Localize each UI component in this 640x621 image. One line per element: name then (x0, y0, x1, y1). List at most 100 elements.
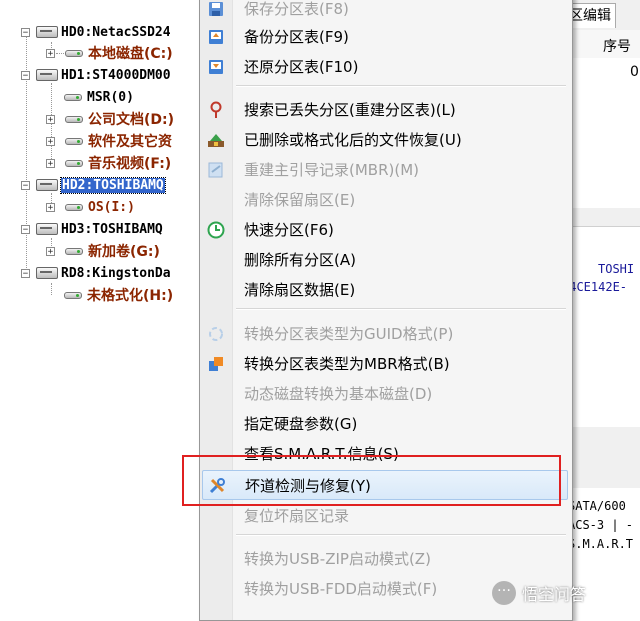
collapse-icon[interactable]: − (21, 268, 30, 278)
tree-node-partition-e[interactable]: + 软件及其它资 (46, 131, 172, 151)
standard-text: ACS-3 | - (568, 518, 634, 532)
partition-icon (62, 290, 84, 300)
menu-item-label: 清除保留扇区(E) (244, 191, 356, 209)
menu-item-label: 已删除或格式化后的文件恢复(U) (244, 131, 462, 149)
partition-icon (63, 202, 85, 212)
menu-item-label: 转换分区表类型为GUID格式(P) (244, 325, 454, 343)
partition-label: 公司文档(D:) (88, 112, 175, 128)
partition-icon (63, 246, 85, 256)
partition-icon (63, 136, 85, 146)
collapse-icon[interactable]: − (21, 180, 30, 190)
partition-label: 本地磁盘(C:) (88, 46, 173, 62)
disk-label: HD2:TOSHIBAMQ (60, 176, 166, 194)
interface-text: SATA/600 (568, 499, 626, 513)
convert-mbr-icon (209, 357, 223, 371)
menu-item-usb-zip[interactable]: 转换为USB-ZIP启动模式(Z) (202, 544, 568, 572)
menu-item-specify-disk-params[interactable]: 指定硬盘参数(G) (202, 409, 568, 437)
smart-text: S.M.A.R.T (568, 537, 634, 551)
partition-icon (63, 158, 85, 168)
menu-item-file-recovery[interactable]: 已删除或格式化后的文件恢复(U) (202, 125, 568, 153)
menu-item-label: 保存分区表(F8) (244, 0, 349, 18)
menu-item-convert-guid[interactable]: 转换分区表类型为GUID格式(P) (202, 319, 568, 347)
menu-item-label: 快速分区(F6) (244, 221, 334, 239)
menu-item-label: 备份分区表(F9) (244, 28, 349, 46)
expand-icon[interactable]: + (46, 48, 55, 58)
partition-label: 未格式化(H:) (87, 288, 174, 304)
menu-item-delete-all-partitions[interactable]: 删除所有分区(A) (202, 245, 568, 273)
restore-icon (209, 60, 223, 74)
partition-label: OS(I:) (88, 199, 135, 215)
menu-item-quick-partition[interactable]: 快速分区(F6) (202, 215, 568, 243)
hard-disk-icon (36, 26, 58, 38)
partition-label: 软件及其它资 (88, 134, 172, 150)
tree-node-partition-f[interactable]: + 音乐视频(F:) (46, 153, 171, 173)
tree-connector (51, 283, 52, 295)
watermark: 悟空问答 (492, 578, 640, 608)
hard-disk-icon (36, 223, 58, 235)
tree-node-rd8[interactable]: − RD8:KingstonDa (21, 263, 171, 283)
search-icon (210, 101, 222, 118)
tree-node-hd1[interactable]: − HD1:ST4000DM00 (21, 65, 171, 85)
menu-separator (236, 534, 566, 536)
partition-label: MSR(0) (87, 89, 134, 105)
context-menu: 保存分区表(F8) 备份分区表(F9) 还原分区表(F10) 搜索已丢失分区(重… (199, 0, 573, 621)
collapse-icon[interactable]: − (21, 27, 30, 37)
disk-label: RD8:KingstonDa (61, 265, 171, 281)
menu-item-rebuild-mbr[interactable]: 重建主引导记录(MBR)(M) (202, 155, 568, 183)
convert-guid-icon (209, 327, 223, 341)
menu-item-label: 动态磁盘转换为基本磁盘(D) (244, 385, 433, 403)
menu-separator (236, 85, 566, 87)
expand-icon[interactable]: + (46, 246, 55, 256)
tree-node-partition-i[interactable]: + OS(I:) (46, 197, 135, 217)
menu-item-convert-mbr[interactable]: 转换分区表类型为MBR格式(B) (202, 349, 568, 377)
disk-label: HD3:TOSHIBAMQ (61, 221, 163, 237)
menu-separator (236, 308, 566, 310)
tree-node-partition-g[interactable]: + 新加卷(G:) (46, 241, 160, 261)
hard-disk-icon (36, 69, 58, 81)
tree-node-partition-c[interactable]: + 本地磁盘(C:) (46, 43, 173, 63)
menu-item-save-partition-table[interactable]: 保存分区表(F8) (202, 0, 568, 22)
menu-item-backup-partition-table[interactable]: 备份分区表(F9) (202, 22, 568, 50)
table-cell: 0 (630, 64, 639, 80)
menu-item-search-lost-partitions[interactable]: 搜索已丢失分区(重建分区表)(L) (202, 95, 568, 123)
partition-label: 新加卷(G:) (88, 244, 160, 260)
expand-icon[interactable]: + (46, 202, 55, 212)
expand-icon[interactable]: + (46, 114, 55, 124)
menu-item-restore-partition-table[interactable]: 还原分区表(F10) (202, 52, 568, 80)
watermark-text: 悟空问答 (522, 585, 587, 604)
collapse-icon[interactable]: − (21, 70, 30, 80)
disk-label: HD1:ST4000DM00 (61, 67, 171, 83)
menu-item-label: 转换分区表类型为MBR格式(B) (244, 355, 450, 373)
menu-item-dynamic-to-basic[interactable]: 动态磁盘转换为基本磁盘(D) (202, 379, 568, 407)
tree-node-partition-d[interactable]: + 公司文档(D:) (46, 109, 174, 129)
partition-icon (63, 114, 85, 124)
menu-item-label: 转换为USB-FDD启动模式(F) (244, 580, 438, 598)
hard-disk-icon (36, 267, 58, 279)
partition-label: 音乐视频(F:) (88, 156, 172, 172)
menu-item-clear-reserved-sectors[interactable]: 清除保留扇区(E) (202, 185, 568, 213)
expand-icon[interactable]: + (46, 158, 55, 168)
menu-item-label: 重建主引导记录(MBR)(M) (244, 161, 420, 179)
partition-icon (63, 48, 85, 58)
disk-label: HD0:NetacSSD24 (61, 24, 171, 40)
menu-item-label: 复位坏扇区记录 (244, 507, 350, 525)
menu-item-label: 指定硬盘参数(G) (244, 415, 358, 433)
backup-icon (209, 30, 223, 44)
tree-node-hd3[interactable]: − HD3:TOSHIBAMQ (21, 219, 163, 239)
menu-item-label: 搜索已丢失分区(重建分区表)(L) (244, 101, 456, 119)
partition-icon (62, 92, 84, 102)
tree-node-msr[interactable]: MSR(0) (62, 87, 134, 107)
menu-item-label: 还原分区表(F10) (244, 58, 359, 76)
collapse-icon[interactable]: − (21, 224, 30, 234)
menu-item-label: 删除所有分区(A) (244, 251, 356, 269)
save-icon (209, 2, 223, 16)
menu-item-label: 清除扇区数据(E) (244, 281, 356, 299)
tree-node-partition-h[interactable]: 未格式化(H:) (62, 285, 173, 305)
chat-bubble-icon (492, 579, 516, 605)
column-header-seq[interactable]: 序号 (603, 36, 631, 56)
expand-icon[interactable]: + (46, 136, 55, 146)
menu-item-clear-sector-data[interactable]: 清除扇区数据(E) (202, 275, 568, 303)
tree-node-hd2[interactable]: − HD2:TOSHIBAMQ (21, 175, 166, 195)
tree-node-hd0[interactable]: − HD0:NetacSSD24 (21, 22, 171, 42)
highlight-annotation-box (182, 455, 561, 506)
